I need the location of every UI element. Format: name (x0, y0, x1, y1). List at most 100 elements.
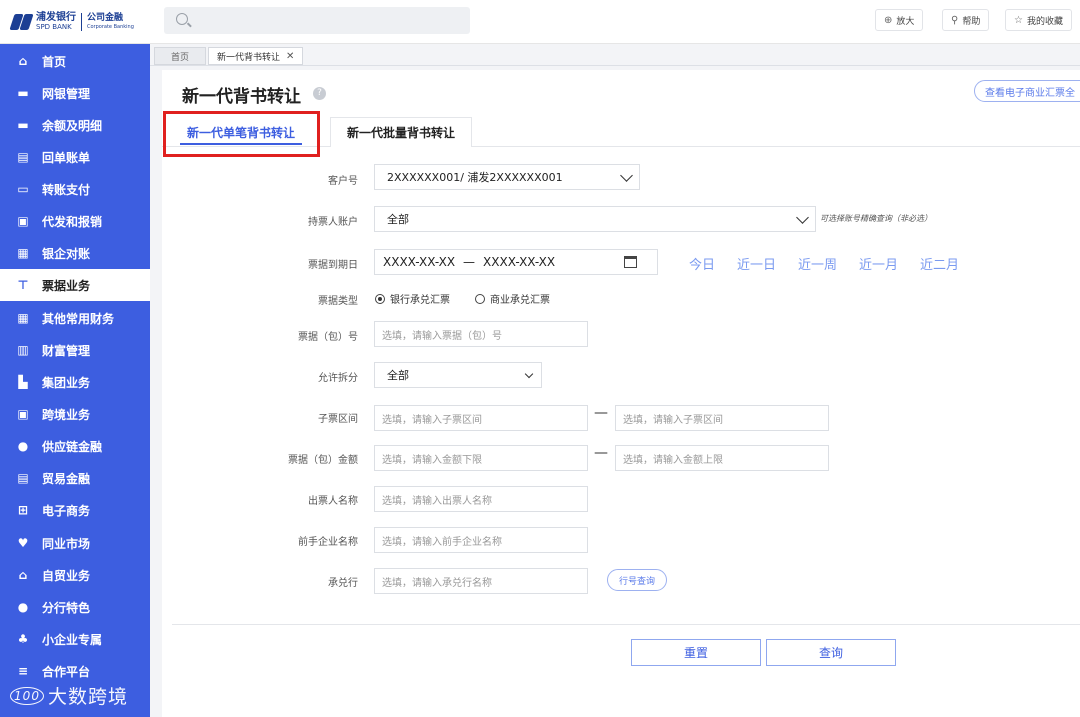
sidebar-item-supply-chain[interactable]: ● 供应链金融 (0, 430, 150, 462)
tab-batch-endorse[interactable]: 新一代批量背书转让 (330, 117, 472, 147)
sub-range-label: 子票区间 (318, 414, 358, 425)
acceptor-input[interactable]: 选填，请输入承兑行名称 (374, 568, 588, 594)
drawer-input[interactable]: 选填，请输入出票人名称 (374, 486, 588, 512)
amount-min-input[interactable]: 选填，请输入金额下限 (374, 445, 588, 471)
sidebar-item-ebank[interactable]: ▬ 网银管理 (0, 77, 150, 109)
watermark: 100 大数跨境 (10, 682, 128, 709)
view-ecbill-button[interactable]: 查看电子商业汇票全 (974, 80, 1080, 102)
watermark-text: 大数跨境 (48, 686, 129, 708)
sidebar-item-wealth[interactable]: ▥ 财富管理 (0, 334, 150, 366)
layers-icon: ≡ (17, 664, 29, 678)
briefcase-icon: ▣ (17, 214, 29, 228)
cart-icon: ⊤ (17, 278, 29, 292)
help-icon[interactable]: ? (313, 87, 326, 100)
amount-max-input[interactable]: 选填，请输入金额上限 (615, 445, 829, 471)
sidebar-item-other-finance[interactable]: ▦ 其他常用财务 (0, 302, 150, 334)
sub-range-to-input[interactable]: 选填，请输入子票区间 (615, 405, 829, 431)
sidebar-item-label: 票据业务 (42, 278, 91, 293)
bill-no-label: 票据（包）号 (298, 332, 358, 343)
sidebar-item-label: 回单账单 (42, 150, 91, 165)
quick-last-month[interactable]: 近一月 (859, 254, 898, 273)
drawer-label: 出票人名称 (308, 496, 358, 507)
holder-account-label: 持票人账户 (308, 217, 358, 228)
sidebar-item-group[interactable]: ▙ 集团业务 (0, 366, 150, 398)
sidebar-item-trade[interactable]: ▤ 贸易金融 (0, 462, 150, 494)
bill-type-label: 票据类型 (318, 296, 358, 307)
bill-type-bank-radio[interactable]: 银行承兑汇票 (375, 291, 450, 306)
tab-single-endorse[interactable]: 新一代单笔背书转让 (162, 117, 320, 147)
prev-holder-input[interactable]: 选填，请输入前手企业名称 (374, 527, 588, 553)
due-date-sep: — (463, 255, 476, 269)
sidebar-item-payroll[interactable]: ▣ 代发和报销 (0, 205, 150, 237)
sidebar-item-interbank[interactable]: ♥ 同业市场 (0, 527, 150, 559)
customer-no-select[interactable]: 2XXXXXX001/ 浦发2XXXXXX001 (374, 164, 640, 190)
help-button[interactable]: ⚲ 帮助 (942, 9, 990, 31)
radio-label: 银行承兑汇票 (390, 295, 450, 306)
sidebar-item-balance[interactable]: ▬ 余额及明细 (0, 109, 150, 141)
ledger-icon: ▦ (17, 246, 29, 260)
chart-icon: ▥ (17, 343, 29, 357)
sidebar-item-label: 分行特色 (42, 600, 91, 615)
sidebar-item-branch[interactable]: ● 分行特色 (0, 591, 150, 623)
tab-bar: 新一代单笔背书转让 新一代批量背书转让 (162, 117, 1080, 147)
due-date-label: 票据到期日 (308, 260, 358, 271)
sidebar-item-ecommerce[interactable]: ⊞ 电子商务 (0, 494, 150, 526)
sidebar-item-receipts[interactable]: ▤ 回单账单 (0, 141, 150, 173)
customer-no-value: 2XXXXXX001/ 浦发2XXXXXX001 (387, 171, 563, 184)
calendar-icon[interactable] (624, 256, 637, 268)
breadcrumb-home[interactable]: 首页 (154, 47, 206, 65)
quick-last-day[interactable]: 近一日 (737, 254, 776, 273)
sidebar-item-sme[interactable]: ♣ 小企业专属 (0, 623, 150, 655)
sidebar-item-crossborder[interactable]: ▣ 跨境业务 (0, 398, 150, 430)
sub-range-from-input[interactable]: 选填，请输入子票区间 (374, 405, 588, 431)
building-icon: ▙ (18, 375, 28, 389)
star-icon: ☆ (1014, 14, 1023, 26)
holder-account-hint: 可选择账号精确查询（非必选） (820, 214, 932, 223)
favorites-button[interactable]: ☆ 我的收藏 (1005, 9, 1072, 31)
search-input[interactable] (164, 7, 470, 34)
acceptor-label: 承兑行 (328, 578, 358, 589)
customer-no-label: 客户号 (328, 176, 358, 187)
amount-sep: — (594, 445, 608, 461)
close-icon[interactable]: ✕ (286, 51, 294, 62)
tab-underline (180, 143, 302, 145)
holder-account-select[interactable]: 全部 (374, 206, 816, 232)
query-button[interactable]: 查询 (766, 639, 896, 666)
monitor-icon: ▬ (17, 118, 29, 132)
watermark-logo: 100 (10, 686, 44, 705)
sidebar-item-label: 财富管理 (42, 343, 91, 358)
cloud-icon: ● (17, 439, 29, 453)
cart-icon: ⊞ (17, 503, 29, 517)
logo-sub-cn: 公司金融 (87, 13, 124, 23)
bill-no-input[interactable]: 选填，请输入票据（包）号 (374, 321, 588, 347)
zoom-button[interactable]: ⊕ 放大 (875, 9, 924, 31)
due-date-range[interactable]: XXXX-XX-XX — XXXX-XX-XX (374, 249, 658, 275)
sidebar-item-ftz[interactable]: ⌂ 自贸业务 (0, 559, 150, 591)
sidebar-item-bills[interactable]: ⊤ 票据业务 (0, 269, 150, 301)
bank-logo[interactable]: 浦发银行 SPD BANK 公司金融 Corporate Banking (9, 8, 134, 36)
sidebar-item-transfer[interactable]: ▭ 转账支付 (0, 173, 150, 205)
card-icon: ▭ (17, 182, 29, 196)
divider (172, 624, 1080, 625)
sidebar-item-home[interactable]: ⌂ 首页 (0, 45, 150, 77)
sidebar-item-label: 转账支付 (42, 182, 91, 197)
sidebar-item-label: 合作平台 (42, 664, 91, 679)
bill-type-commercial-radio[interactable]: 商业承兑汇票 (475, 291, 550, 306)
quick-last-two-months[interactable]: 近二月 (920, 254, 959, 273)
bank-code-lookup-button[interactable]: 行号查询 (607, 569, 667, 591)
reset-button[interactable]: 重置 (631, 639, 761, 666)
quick-last-week[interactable]: 近一周 (798, 254, 837, 273)
allow-split-select[interactable]: 全部 (374, 362, 542, 388)
home-icon: ⌂ (18, 54, 28, 68)
quick-today[interactable]: 今日 (689, 254, 715, 273)
chevron-down-icon (620, 169, 633, 182)
breadcrumb-home-label: 首页 (170, 52, 189, 63)
sidebar-item-label: 小企业专属 (42, 632, 103, 647)
spd-logo-icon (9, 14, 34, 30)
breadcrumb-current-label: 新一代背书转让 (217, 52, 281, 63)
logo-en: SPD BANK (36, 23, 72, 31)
logo-cn: 浦发银行 (36, 12, 76, 23)
sidebar-item-reconcile[interactable]: ▦ 银企对账 (0, 237, 150, 269)
breadcrumb-current[interactable]: 新一代背书转让 ✕ (208, 47, 304, 65)
sidebar-item-label: 集团业务 (42, 375, 91, 390)
